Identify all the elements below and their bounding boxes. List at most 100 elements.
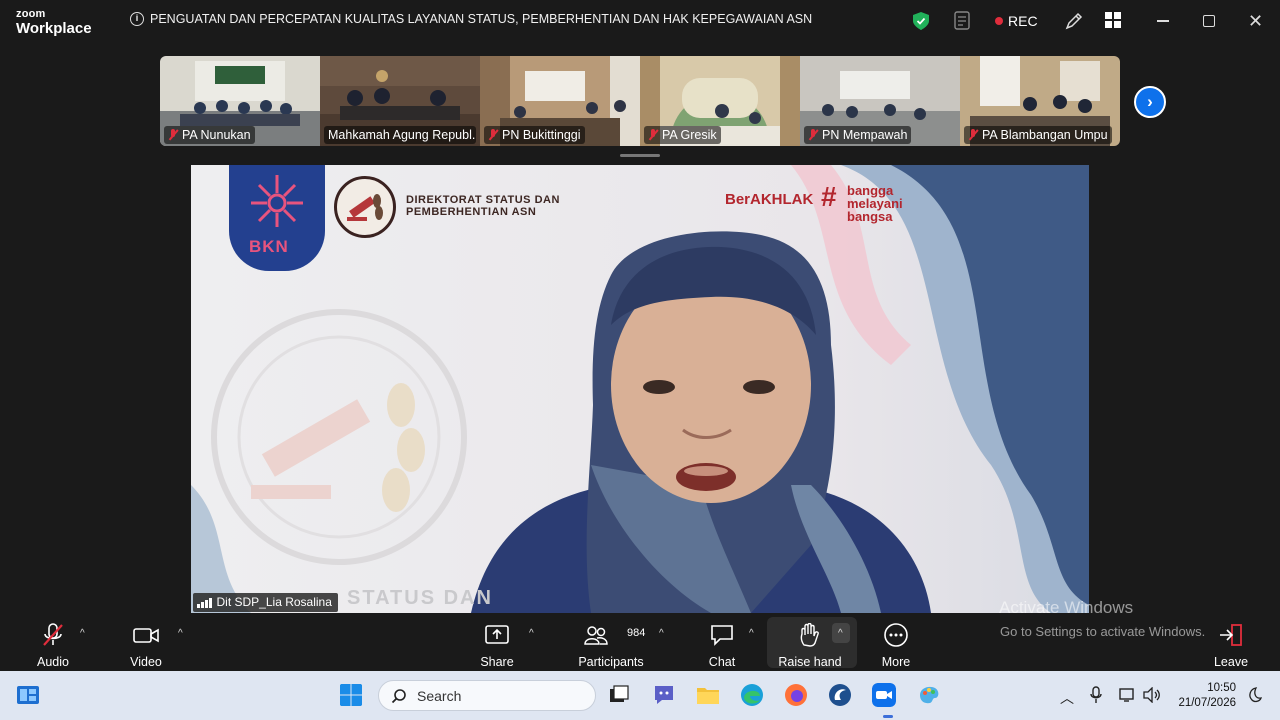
chat-icon (711, 625, 733, 646)
meeting-controls: Audio ^ Video ^ Share ^ Participants 984… (0, 614, 1280, 671)
participant-tile[interactable]: Mahkamah Agung Republ... (320, 56, 480, 146)
recording-indicator[interactable]: REC (995, 13, 1038, 29)
do-not-disturb-icon[interactable] (1246, 687, 1262, 703)
hashtag-icon: # (821, 181, 837, 212)
participant-name: PN Mempawah (822, 128, 908, 142)
microphone-tray-icon[interactable] (1089, 686, 1103, 704)
speaker-video-feed (191, 165, 1089, 613)
raise-hand-button[interactable]: Raise hand (778, 614, 842, 671)
leave-button[interactable]: Leave (1212, 614, 1250, 671)
video-button[interactable]: Video (127, 614, 165, 671)
participants-icon (584, 626, 608, 645)
zoom-app-icon[interactable] (872, 683, 896, 707)
share-options-caret[interactable]: ^ (529, 628, 534, 639)
clock-time: 10:50 (1207, 682, 1236, 694)
paint-app-icon[interactable] (917, 683, 941, 707)
close-button[interactable]: ✕ (1248, 12, 1263, 30)
chat-options-caret[interactable]: ^ (749, 628, 754, 639)
annotate-icon[interactable] (1065, 12, 1083, 30)
participant-name: PA Nunukan (182, 128, 251, 142)
system-clock[interactable]: 10:50 21/07/2026 (1174, 681, 1236, 711)
participant-tile[interactable]: PA Nunukan (160, 56, 320, 146)
participant-tile[interactable]: PA Gresik (640, 56, 800, 146)
strip-resize-handle[interactable] (620, 154, 660, 157)
view-layout-icon[interactable] (1105, 12, 1121, 28)
windows-start-icon[interactable] (339, 683, 363, 707)
active-speaker-video[interactable]: BKN DIREKTORAT STATUS DAN PEMBERHENTIAN … (191, 165, 1089, 613)
mic-muted-icon (43, 623, 63, 646)
share-label: Share (480, 655, 514, 669)
search-placeholder: Search (417, 687, 462, 704)
participant-name-tag: PA Gresik (644, 126, 721, 144)
active-app-indicator (883, 715, 893, 718)
signal-strength-icon (197, 597, 212, 608)
info-icon[interactable]: i (130, 12, 144, 26)
title-bar: zoom Workplace i PENGUATAN DAN PERCEPATA… (0, 0, 1280, 44)
bangga-melayani-logo: # bangga melayani bangsa (821, 183, 903, 224)
notes-icon[interactable] (954, 11, 972, 31)
share-screen-icon (485, 625, 509, 644)
minimize-button[interactable] (1157, 20, 1169, 22)
windows-taskbar: Search ︿ 10:50 21/07/2026 (0, 671, 1280, 720)
participants-button[interactable]: Participants (578, 614, 644, 671)
taskbar-search[interactable]: Search (378, 680, 596, 711)
chevron-right-icon: › (1147, 92, 1153, 111)
edge-browser-icon[interactable] (740, 683, 764, 707)
maximize-button[interactable] (1203, 15, 1215, 27)
audio-button[interactable]: Audio (34, 614, 72, 671)
berakhlak-logo: BerAKHLAK (725, 191, 814, 208)
mic-muted-icon (168, 129, 178, 141)
activate-windows-subtitle: Go to Settings to activate Windows. (1000, 624, 1206, 639)
next-page-button[interactable]: › (1134, 86, 1166, 118)
audio-options-caret[interactable]: ^ (80, 628, 85, 639)
audio-label: Audio (37, 655, 69, 669)
encryption-shield-icon[interactable] (913, 12, 929, 30)
volume-icon[interactable] (1143, 687, 1161, 703)
background-watermark-text: STATUS DAN (347, 587, 493, 609)
more-icon (884, 623, 908, 647)
network-icon[interactable] (1119, 687, 1137, 703)
chat-button[interactable]: Chat (703, 614, 741, 671)
share-button[interactable]: Share (478, 614, 516, 671)
participant-tile[interactable]: PA Blambangan Umpu (960, 56, 1120, 146)
meeting-info[interactable]: i PENGUATAN DAN PERCEPATAN KUALITAS LAYA… (130, 12, 812, 26)
firefox-icon[interactable] (784, 683, 808, 707)
widgets-icon[interactable] (16, 683, 40, 707)
zoom-meeting-window: zoom Workplace i PENGUATAN DAN PERCEPATA… (0, 0, 1280, 720)
browser-app-icon[interactable] (828, 683, 852, 707)
directorate-title: DIREKTORAT STATUS DAN PEMBERHENTIAN ASN (406, 194, 560, 218)
meeting-title: PENGUATAN DAN PERCEPATAN KUALITAS LAYANA… (150, 12, 813, 26)
participant-name-tag: PA Blambangan Umpu (964, 126, 1112, 144)
zoom-workplace-logo: zoom Workplace (16, 8, 92, 37)
video-options-caret[interactable]: ^ (178, 628, 183, 639)
directorate-line-1: DIREKTORAT STATUS DAN (406, 194, 560, 206)
show-hidden-icons-chevron[interactable]: ︿ (1060, 688, 1074, 708)
logo-top-text: zoom (16, 8, 46, 20)
participants-label: Participants (578, 655, 644, 669)
file-explorer-icon[interactable] (696, 683, 720, 707)
recording-dot-icon (995, 17, 1003, 25)
participant-name-tag: PA Nunukan (164, 126, 255, 144)
mic-muted-icon (968, 129, 978, 141)
teams-chat-icon[interactable] (652, 683, 676, 707)
hand-icon (800, 623, 819, 647)
participant-name: PA Blambangan Umpu (982, 128, 1108, 142)
logo-bottom-text: Workplace (16, 20, 92, 37)
participant-tile[interactable]: PN Mempawah (800, 56, 960, 146)
raise-hand-label: Raise hand (778, 655, 842, 669)
participants-options-caret[interactable]: ^ (659, 628, 664, 639)
directorate-line-2: PEMBERHENTIAN ASN (406, 206, 537, 218)
leave-icon (1220, 624, 1242, 646)
video-label: Video (130, 655, 162, 669)
task-view-icon[interactable] (607, 683, 631, 707)
participant-name: PN Bukittinggi (502, 128, 581, 142)
more-button[interactable]: More (877, 614, 915, 671)
activate-windows-title: Activate Windows (999, 598, 1134, 617)
participant-tile[interactable]: PN Bukittinggi (480, 56, 640, 146)
participant-strip: PA Nunukan Mahkamah Agung Republ... PN B… (160, 56, 1120, 146)
bkn-logo-text: BKN (249, 237, 289, 256)
participant-name-tag: PN Bukittinggi (484, 126, 585, 144)
participant-name-tag: Mahkamah Agung Republ... (324, 126, 476, 144)
chat-label: Chat (708, 655, 736, 669)
gavel-icon (347, 194, 383, 221)
